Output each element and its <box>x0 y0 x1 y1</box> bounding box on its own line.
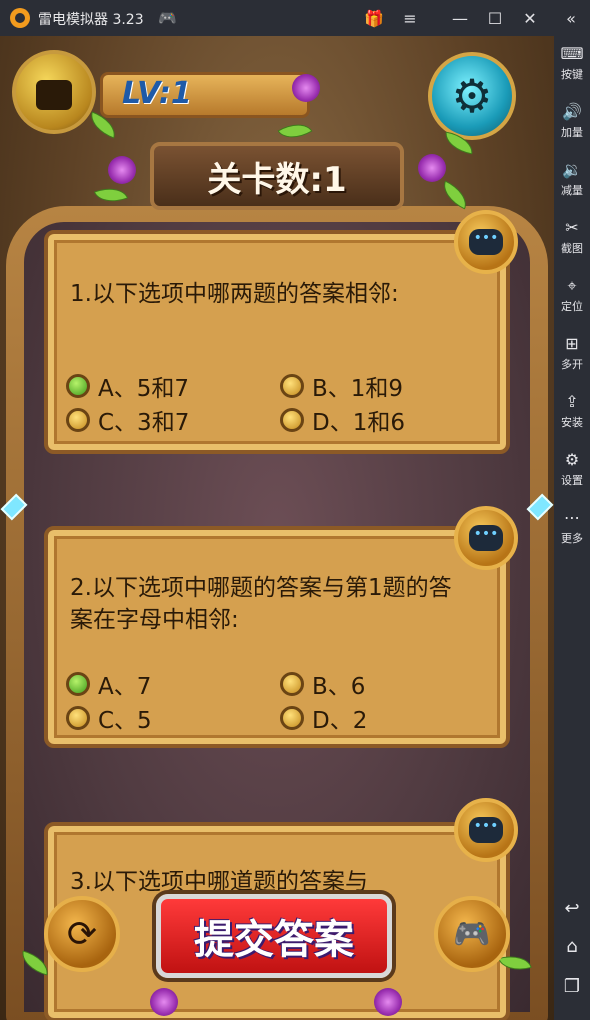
sidebar-item-label: 多开 <box>561 358 583 371</box>
hint-chat-button-2[interactable]: ••• <box>454 506 518 570</box>
gear-icon: ⚙ <box>451 69 493 123</box>
gear-icon: ⚙ <box>564 450 580 469</box>
gamepad-icon[interactable]: 🎮 <box>158 9 177 27</box>
option-radio-c[interactable] <box>66 408 90 432</box>
emulator-title-bar: 雷电模拟器 3.23 🎮 🎁 ≡ — ☐ ✕ « <box>0 0 590 36</box>
question-card-2: 2.以下选项中哪题的答案与第1题的答案在字母中相邻: A、7 B、6 C、5 D… <box>44 526 510 748</box>
sidebar-item-volume-up[interactable]: 🔊 加量 <box>554 102 590 140</box>
location-icon: ⌖ <box>567 276 577 295</box>
settings-gear-button[interactable]: ⚙ <box>428 52 516 140</box>
question-card-1: 1.以下选项中哪两题的答案相邻: A、5和7 B、1和9 C、3和7 D、1和6 <box>44 230 510 454</box>
rose-ornament <box>108 156 136 184</box>
option-radio-b[interactable] <box>280 374 304 398</box>
minimize-icon[interactable]: — <box>446 4 474 32</box>
close-icon[interactable]: ✕ <box>516 4 544 32</box>
gamepad-icon: 🎮 <box>453 916 491 952</box>
hint-chat-button-1[interactable]: ••• <box>454 210 518 274</box>
submit-answer-label: 提交答案 <box>194 917 354 963</box>
window-title: 雷电模拟器 3.23 <box>38 12 144 28</box>
sidebar-item-label: 安装 <box>561 416 583 429</box>
hint-chat-button-3[interactable]: ••• <box>454 798 518 862</box>
sidebar-item-label: 更多 <box>561 532 583 545</box>
sidebar-item-label: 定位 <box>561 300 583 313</box>
volume-down-icon: 🔉 <box>562 160 582 179</box>
player-avatar[interactable] <box>12 50 96 134</box>
multi-instance-icon: ⊞ <box>565 334 579 353</box>
option-radio-a[interactable] <box>66 374 90 398</box>
option-b[interactable]: B、1和9 <box>312 369 403 403</box>
option-radio-c[interactable] <box>66 706 90 730</box>
keyboard-icon: ⌨ <box>560 44 584 63</box>
option-b[interactable]: B、6 <box>312 667 365 701</box>
scissors-icon: ✂ <box>565 218 579 237</box>
home-icon[interactable]: ⌂ <box>554 936 590 957</box>
option-c[interactable]: C、5 <box>98 701 152 735</box>
level-title: 关卡数:1 <box>207 160 347 200</box>
option-d[interactable]: D、1和6 <box>312 403 405 437</box>
chat-bubble-icon: ••• <box>469 817 503 843</box>
restart-button[interactable]: ⟳ <box>44 896 120 972</box>
helmet-face <box>36 80 72 110</box>
question-text: 2.以下选项中哪题的答案与第1题的答案在字母中相邻: <box>70 575 452 633</box>
leaf-ornament <box>18 950 52 976</box>
recents-icon[interactable]: ❐ <box>554 976 590 997</box>
sidebar-item-location[interactable]: ⌖ 定位 <box>554 276 590 314</box>
option-radio-d[interactable] <box>280 706 304 730</box>
chat-bubble-icon: ••• <box>469 525 503 551</box>
maximize-icon[interactable]: ☐ <box>481 4 509 32</box>
volume-up-icon: 🔊 <box>562 102 582 121</box>
sidebar-item-label: 加量 <box>561 126 583 139</box>
option-a[interactable]: A、5和7 <box>98 369 189 403</box>
sidebar-item-label: 截图 <box>561 242 583 255</box>
game-screen: LV:1 ⚙ 关卡数:1 1.以下选项中哪两题的答案相邻: A、5和7 B、1和… <box>0 36 554 1020</box>
option-radio-d[interactable] <box>280 408 304 432</box>
option-c[interactable]: C、3和7 <box>98 403 189 437</box>
option-d[interactable]: D、2 <box>312 701 367 735</box>
chat-bubble-icon: ••• <box>469 229 503 255</box>
collapse-icon[interactable]: « <box>557 4 585 32</box>
back-icon[interactable]: ↩ <box>554 898 590 919</box>
sidebar-item-volume-down[interactable]: 🔉 减量 <box>554 160 590 198</box>
submit-answer-button[interactable]: 提交答案 <box>156 894 392 978</box>
more-games-button[interactable]: 🎮 <box>434 896 510 972</box>
sidebar-item-settings[interactable]: ⚙ 设置 <box>554 450 590 488</box>
sidebar-item-keys[interactable]: ⌨ 按键 <box>554 44 590 82</box>
emulator-toolbar: ⌨ 按键 🔊 加量 🔉 减量 ✂ 截图 ⌖ 定位 ⊞ 多开 ⇪ 安装 ⚙ 设置 … <box>554 36 590 1020</box>
apk-install-icon: ⇪ <box>565 392 579 411</box>
rose-ornament <box>292 74 320 102</box>
app-logo-icon <box>10 8 30 28</box>
leaf-ornament <box>93 181 129 209</box>
question-text: 1.以下选项中哪两题的答案相邻: <box>70 281 399 307</box>
sidebar-item-more[interactable]: ⋯ 更多 <box>554 508 590 546</box>
rose-ornament <box>374 988 402 1016</box>
option-a[interactable]: A、7 <box>98 667 151 701</box>
more-icon: ⋯ <box>564 508 580 527</box>
gift-icon[interactable]: 🎁 <box>360 4 388 32</box>
rose-ornament <box>418 154 446 182</box>
sidebar-item-screenshot[interactable]: ✂ 截图 <box>554 218 590 256</box>
option-radio-b[interactable] <box>280 672 304 696</box>
sidebar-item-label: 减量 <box>561 184 583 197</box>
sidebar-item-install[interactable]: ⇪ 安装 <box>554 392 590 430</box>
menu-icon[interactable]: ≡ <box>396 4 424 32</box>
option-radio-a[interactable] <box>66 672 90 696</box>
refresh-icon: ⟳ <box>66 913 98 955</box>
level-badge-text: LV:1 <box>122 76 192 111</box>
sidebar-item-multi-instance[interactable]: ⊞ 多开 <box>554 334 590 372</box>
sidebar-item-label: 设置 <box>561 474 583 487</box>
rose-ornament <box>150 988 178 1016</box>
sidebar-item-label: 按键 <box>561 68 583 81</box>
